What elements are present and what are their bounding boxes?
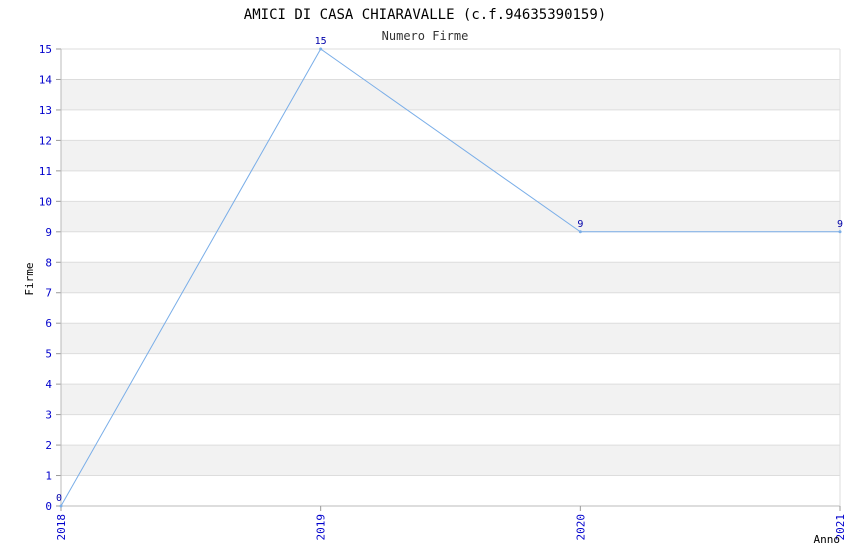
y-tick-label: 1 bbox=[45, 470, 52, 483]
y-tick-labels: 0123456789101112131415 bbox=[39, 43, 53, 513]
data-label: 15 bbox=[315, 36, 327, 47]
y-tick-label: 5 bbox=[45, 348, 52, 361]
y-tick-label: 15 bbox=[39, 43, 52, 56]
data-point bbox=[59, 504, 63, 508]
chart-subtitle: Numero Firme bbox=[382, 29, 469, 43]
data-label: 0 bbox=[56, 493, 62, 504]
line-chart: AMICI DI CASA CHIARAVALLE (c.f.946353901… bbox=[0, 0, 850, 550]
y-tick-label: 11 bbox=[39, 165, 52, 178]
grid-band bbox=[61, 445, 840, 476]
grid-band bbox=[61, 323, 840, 354]
y-tick-label: 8 bbox=[45, 256, 52, 269]
y-tick-label: 12 bbox=[39, 134, 52, 147]
y-tick-label: 3 bbox=[45, 409, 52, 422]
data-label: 9 bbox=[577, 219, 583, 230]
grid-band bbox=[61, 262, 840, 293]
x-tick-label: 2020 bbox=[574, 514, 587, 541]
y-axis-label: Firme bbox=[23, 262, 36, 295]
grid-bands bbox=[61, 79, 840, 476]
x-tick-labels: 2018 2019 2020 2021 bbox=[55, 506, 847, 541]
y-tick-label: 4 bbox=[45, 378, 52, 391]
grid-band bbox=[61, 201, 840, 232]
grid-band bbox=[61, 79, 840, 110]
grid-band bbox=[61, 140, 840, 171]
data-point bbox=[319, 47, 323, 51]
chart-title: AMICI DI CASA CHIARAVALLE (c.f.946353901… bbox=[244, 7, 606, 23]
y-tick-label: 2 bbox=[45, 439, 52, 452]
y-tick-label: 0 bbox=[45, 500, 52, 513]
x-tick-label: 2019 bbox=[315, 514, 328, 541]
data-point bbox=[838, 230, 842, 234]
y-tick-label: 13 bbox=[39, 104, 52, 117]
grid-band bbox=[61, 384, 840, 415]
y-tick-label: 7 bbox=[45, 287, 52, 300]
x-axis-label: Anno bbox=[814, 533, 841, 546]
y-tick-label: 10 bbox=[39, 195, 52, 208]
y-tick-label: 6 bbox=[45, 317, 52, 330]
x-tick-label: 2018 bbox=[55, 514, 68, 541]
data-label: 9 bbox=[837, 219, 843, 230]
y-tick-label: 9 bbox=[45, 226, 52, 239]
data-point bbox=[578, 230, 582, 234]
y-tick-label: 14 bbox=[39, 73, 53, 86]
chart-svg: AMICI DI CASA CHIARAVALLE (c.f.946353901… bbox=[23, 7, 847, 546]
